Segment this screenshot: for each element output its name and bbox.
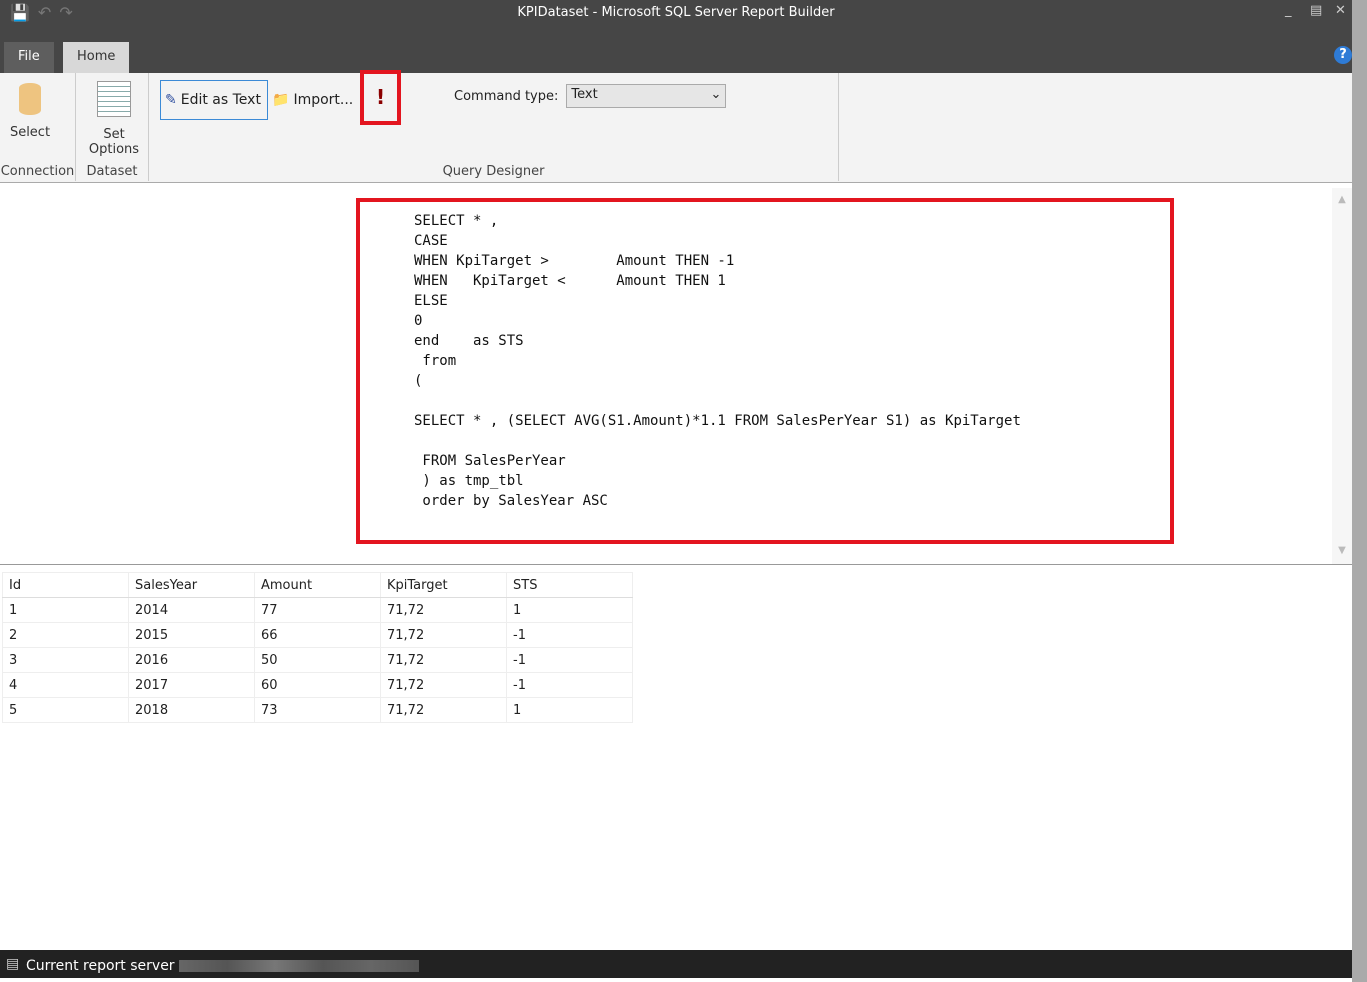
minimize-button[interactable]: _ <box>1285 3 1292 18</box>
header-row: Id SalesYear Amount KpiTarget STS <box>2 572 633 598</box>
cell: 71,72 <box>380 597 507 623</box>
cell: 4 <box>2 672 129 698</box>
cell: 2015 <box>128 622 255 648</box>
redacted-server-name <box>179 960 420 972</box>
edit-as-text-button[interactable]: ✎ Edit as Text <box>160 80 268 120</box>
cell: 66 <box>254 622 381 648</box>
cell: -1 <box>506 622 633 648</box>
column-header[interactable]: Amount <box>254 572 381 598</box>
command-type-select[interactable]: Text ⌄ <box>566 84 727 108</box>
chevron-down-icon: ⌄ <box>710 87 722 102</box>
cell: 50 <box>254 647 381 673</box>
cell: 2017 <box>128 672 255 698</box>
cell: 71,72 <box>380 672 507 698</box>
status-bar: ▤ Current report server <box>0 950 1352 978</box>
query-text[interactable]: SELECT * , CASE WHEN KpiTarget > Amount … <box>414 211 1021 511</box>
tab-home[interactable]: Home <box>63 42 130 73</box>
cell: 3 <box>2 647 129 673</box>
results-grid: Id SalesYear Amount KpiTarget STS 1 2014 77 71,… <box>2 572 633 723</box>
cell: 73 <box>254 697 381 723</box>
maximize-button[interactable]: ▤ <box>1310 3 1322 18</box>
cell: 2016 <box>128 647 255 673</box>
editor-scrollbar[interactable]: ▲ ▼ <box>1332 188 1352 564</box>
cell: 1 <box>506 597 633 623</box>
cell: 71,72 <box>380 697 507 723</box>
select-button[interactable]: Select <box>8 83 52 140</box>
options-icon <box>97 81 131 117</box>
set-options-button[interactable]: Set Options <box>86 81 142 157</box>
group-dataset: Set Options Dataset <box>76 73 149 181</box>
help-icon[interactable]: ? <box>1334 46 1352 64</box>
query-editor[interactable]: SELECT * , CASE WHEN KpiTarget > Amount … <box>0 188 1352 565</box>
import-button[interactable]: 📁 Import... <box>268 80 357 120</box>
edit-text-icon: ✎ <box>165 92 177 108</box>
group-connection: Select Connection <box>0 73 76 181</box>
title-bar: 💾 ↶ ↷ KPIDataset - Microsoft SQL Server Re… <box>0 0 1352 42</box>
table-row: 3 2016 50 71,72 -1 <box>2 647 633 673</box>
cell: 2018 <box>128 697 255 723</box>
cell: 1 <box>506 697 633 723</box>
cell: 5 <box>2 697 129 723</box>
close-button[interactable]: ✕ <box>1335 3 1346 18</box>
cell: 77 <box>254 597 381 623</box>
table-row: 1 2014 77 71,72 1 <box>2 597 633 623</box>
cell: 2 <box>2 622 129 648</box>
table-row: 4 2017 60 71,72 -1 <box>2 672 633 698</box>
column-header[interactable]: KpiTarget <box>380 572 507 598</box>
column-header[interactable]: SalesYear <box>128 572 255 598</box>
ribbon: Select Connection Set Options Dataset Qu… <box>0 73 1352 183</box>
cell: 1 <box>2 597 129 623</box>
cell: 71,72 <box>380 622 507 648</box>
database-icon <box>19 83 41 115</box>
run-query-button[interactable]: ! <box>360 70 401 125</box>
folder-icon: 📁 <box>272 92 290 108</box>
cell: 71,72 <box>380 647 507 673</box>
column-header[interactable]: Id <box>2 572 129 598</box>
column-header[interactable]: STS <box>506 572 633 598</box>
window-scrollbar[interactable] <box>1352 0 1367 982</box>
table-row: 5 2018 73 71,72 1 <box>2 697 633 723</box>
window-title: KPIDataset - Microsoft SQL Server Report… <box>517 5 835 20</box>
server-icon: ▤ <box>6 956 20 972</box>
table-row: 2 2015 66 71,72 -1 <box>2 622 633 648</box>
cell: 2014 <box>128 597 255 623</box>
cell: -1 <box>506 647 633 673</box>
tab-file[interactable]: File <box>4 42 54 73</box>
cell: 60 <box>254 672 381 698</box>
cell: -1 <box>506 672 633 698</box>
